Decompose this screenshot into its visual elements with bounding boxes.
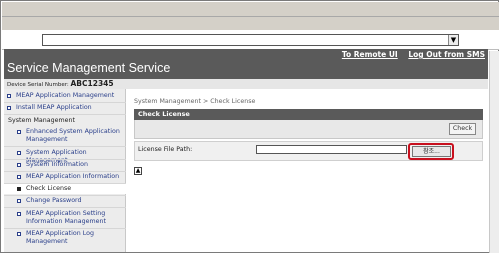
window-scrollbar[interactable] xyxy=(489,51,499,253)
sidebar-item-meap-app-management[interactable]: MEAP Application Management xyxy=(4,92,126,100)
sidebar-nav: MEAP Application Management Install MEAP… xyxy=(4,89,126,252)
address-input[interactable]: ▼ xyxy=(42,34,459,46)
panel-toolbar: Check xyxy=(134,120,483,139)
sidebar-item-label: MEAP Application Information xyxy=(26,173,120,180)
bullet-icon xyxy=(17,187,21,191)
sidebar-item-system-info[interactable]: System Information xyxy=(4,161,126,169)
page-header: To Remote UI Log Out from SMS Service Ma… xyxy=(4,49,488,89)
divider xyxy=(4,171,126,172)
sidebar-item-label: MEAP Application Management xyxy=(16,92,115,99)
divider xyxy=(4,195,126,196)
bullet-icon xyxy=(7,94,11,98)
sidebar-item-label: MEAP Application Setting Information Man… xyxy=(26,210,106,225)
sidebar-item-label: System Information xyxy=(26,161,88,168)
main-content: System Management > Check License Check … xyxy=(127,89,488,252)
divider xyxy=(4,114,126,115)
bullet-icon xyxy=(17,151,21,155)
check-button[interactable]: Check xyxy=(449,123,476,135)
bullet-icon xyxy=(17,199,21,203)
breadcrumb: System Management > Check License xyxy=(134,98,256,105)
serial-value: ABC12345 xyxy=(70,79,114,88)
divider xyxy=(4,102,126,103)
bullet-icon xyxy=(17,130,21,134)
sidebar-item-change-password[interactable]: Change Password xyxy=(4,197,126,205)
address-dropdown-icon[interactable]: ▼ xyxy=(448,35,458,45)
sidebar-item-setting-info[interactable]: MEAP Application Setting Information Man… xyxy=(4,210,126,226)
bullet-icon xyxy=(17,163,21,167)
license-file-input[interactable] xyxy=(256,145,407,154)
divider xyxy=(4,146,126,147)
bullet-icon xyxy=(7,106,11,110)
sidebar-item-label: Change Password xyxy=(26,197,82,204)
sidebar-item-label: Install MEAP Application xyxy=(16,104,92,111)
device-serial: Device Serial Number: ABC12345 xyxy=(4,79,488,89)
bullet-icon xyxy=(17,212,21,216)
address-bar: ▼ xyxy=(2,30,499,50)
sidebar-item-label: MEAP Application Log Management xyxy=(26,230,94,245)
divider xyxy=(4,207,126,208)
divider xyxy=(4,228,126,229)
sidebar-item-label: Enhanced System Application Management xyxy=(26,128,120,143)
sidebar-item-check-license[interactable]: Check License xyxy=(4,184,126,194)
title-bar xyxy=(2,2,499,17)
sidebar-item-label: Check License xyxy=(26,185,72,192)
panel-title: Check License xyxy=(134,109,483,120)
sidebar-section-system-management: System Management xyxy=(8,117,75,124)
license-file-label: License File Path: xyxy=(138,146,193,153)
sidebar-item-meap-app-info[interactable]: MEAP Application Information xyxy=(4,173,126,181)
header-links: To Remote UI Log Out from SMS xyxy=(334,50,485,59)
logout-link[interactable]: Log Out from SMS xyxy=(408,50,485,59)
serial-label: Device Serial Number: xyxy=(7,82,69,88)
bullet-icon xyxy=(17,175,21,179)
bullet-icon xyxy=(17,232,21,236)
page-title: Service Management Service xyxy=(7,61,171,75)
highlight-annotation xyxy=(408,143,454,160)
divider xyxy=(4,159,126,160)
sidebar-item-enhanced-system-app[interactable]: Enhanced System Application Management xyxy=(4,128,126,144)
sidebar-item-log-management[interactable]: MEAP Application Log Management xyxy=(4,230,126,246)
scroll-top-icon[interactable]: ▲ xyxy=(134,167,142,175)
sidebar-item-install-meap[interactable]: Install MEAP Application xyxy=(4,104,126,112)
to-remote-ui-link[interactable]: To Remote UI xyxy=(342,50,398,59)
menu-bar xyxy=(2,17,499,30)
